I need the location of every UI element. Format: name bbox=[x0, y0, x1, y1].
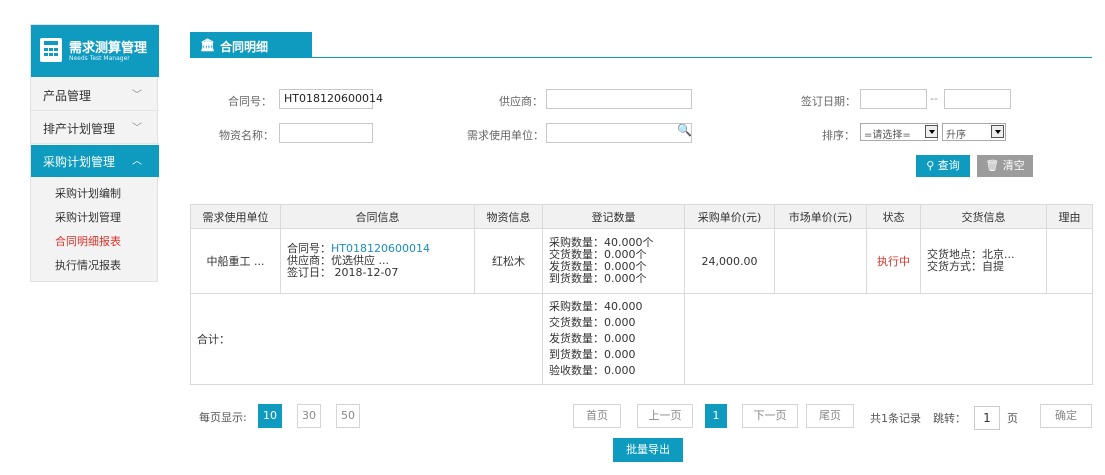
confirm-button[interactable]: 确定 bbox=[1040, 404, 1092, 428]
quantity-cell: 采购数量：40.000个 交货数量：0.000个 发货数量：0.000个 到货数… bbox=[542, 228, 685, 294]
menu-product-management[interactable]: 产品管理 ﹀ bbox=[31, 79, 159, 111]
supplier-label: 供应商： bbox=[499, 95, 543, 108]
tab-label: 合同明细 bbox=[220, 40, 269, 54]
next-page-button[interactable]: 下一页 bbox=[742, 404, 798, 428]
submenu-plan-manage[interactable]: 采购计划管理 bbox=[55, 209, 121, 225]
delivery-cell: 交货地点：北京... 交货方式：自提 bbox=[920, 228, 1047, 294]
clear-label: 清空 bbox=[1002, 159, 1025, 172]
search-icon[interactable]: 🔍 bbox=[677, 123, 692, 137]
column-header: 状态 bbox=[866, 204, 921, 229]
total-records: 共1条记录 bbox=[870, 412, 921, 425]
material-label: 物资名称： bbox=[219, 129, 274, 142]
query-button[interactable]: ⚲ 查询 bbox=[916, 155, 970, 177]
total-row: 合计： 采购数量：40.000 交货数量：0.000 发货数量：0.000 到货… bbox=[190, 293, 1093, 385]
column-header: 登记数量 bbox=[542, 204, 685, 229]
sidebar: 需求测算管理 Needs Test Manager 产品管理 ﹀ 排产计划管理 … bbox=[30, 24, 159, 282]
app-subtitle: Needs Test Manager bbox=[69, 55, 130, 62]
menu-production-plan[interactable]: 排产计划管理 ﹀ bbox=[31, 112, 159, 144]
total-quantity-cell: 采购数量：40.000 交货数量：0.000 发货数量：0.000 到货数量：0… bbox=[542, 293, 685, 385]
bank-icon: 🏛 bbox=[200, 38, 216, 52]
contract-no-input[interactable]: HT018120600014 bbox=[279, 89, 383, 109]
delivery-line: 交货方式：自提 bbox=[927, 260, 1004, 273]
per-page-50[interactable]: 50 bbox=[336, 404, 360, 428]
last-page-button[interactable]: 尾页 bbox=[806, 404, 854, 428]
column-header: 理由 bbox=[1046, 204, 1093, 229]
column-header: 市场单价(元) bbox=[774, 204, 867, 229]
prev-page-button[interactable]: 上一页 bbox=[637, 404, 693, 428]
qty-line: 到货数量：0.000个 bbox=[549, 272, 647, 285]
menu-label: 产品管理 bbox=[43, 89, 92, 103]
chevron-down-icon[interactable] bbox=[991, 125, 1004, 138]
status-badge: 执行中 bbox=[866, 228, 921, 294]
query-label: 查询 bbox=[937, 159, 960, 172]
column-header: 物资信息 bbox=[474, 204, 543, 229]
total-empty-cell bbox=[684, 293, 1093, 385]
qty-line: 验收数量：0.000 bbox=[549, 364, 636, 377]
column-header: 采购单价(元) bbox=[684, 204, 775, 229]
trash-icon: 🗑 bbox=[985, 159, 1000, 172]
date-separator: -- bbox=[930, 92, 938, 105]
table-header-row: 需求使用单位 合同信息 物资信息 登记数量 采购单价(元) 市场单价(元) 状态… bbox=[190, 204, 1093, 229]
contract-info-cell: 合同号：HT018120600014 供应商：优选供应 ... 签订日： 201… bbox=[280, 228, 475, 294]
chevron-down-icon[interactable] bbox=[925, 125, 938, 138]
qty-line: 发货数量：0.000 bbox=[549, 332, 636, 345]
per-page-10[interactable]: 10 bbox=[258, 404, 282, 428]
batch-export-button[interactable]: 批量导出 bbox=[613, 438, 683, 462]
app-logo: 需求测算管理 Needs Test Manager bbox=[31, 25, 159, 77]
reason-cell bbox=[1046, 228, 1093, 294]
page-1-button[interactable]: 1 bbox=[705, 404, 727, 428]
menu-label: 采购计划管理 bbox=[43, 155, 116, 169]
material-cell: 红松木 bbox=[474, 228, 543, 294]
contract-no-label: 合同号： bbox=[228, 95, 272, 108]
supplier-input[interactable] bbox=[546, 89, 692, 109]
column-header: 交货信息 bbox=[920, 204, 1047, 229]
clear-button[interactable]: 🗑 清空 bbox=[977, 155, 1033, 177]
qty-line: 采购数量：40.000 bbox=[549, 300, 643, 313]
market-price-cell bbox=[774, 228, 867, 294]
sign-date-start-input[interactable] bbox=[860, 89, 927, 109]
search-icon: ⚲ bbox=[926, 159, 935, 172]
sign-date-end-input[interactable] bbox=[944, 89, 1011, 109]
unit-label: 需求使用单位： bbox=[467, 129, 544, 142]
first-page-button[interactable]: 首页 bbox=[573, 404, 621, 428]
app-title: 需求测算管理 bbox=[69, 41, 148, 56]
column-header: 需求使用单位 bbox=[190, 204, 281, 229]
jump-label: 跳转： bbox=[933, 412, 966, 425]
sort-label: 排序： bbox=[822, 129, 855, 142]
calculator-icon bbox=[40, 38, 62, 62]
submenu-contract-report[interactable]: 合同明细报表 bbox=[55, 233, 121, 249]
per-page-label: 每页显示: bbox=[199, 411, 247, 424]
unit-input[interactable] bbox=[546, 123, 692, 143]
unit-cell: 中船重工 ... bbox=[190, 228, 281, 294]
qty-line: 到货数量：0.000 bbox=[549, 348, 636, 361]
page-unit: 页 bbox=[1007, 412, 1018, 425]
sign-date-text: 签订日： 2018-12-07 bbox=[287, 266, 399, 279]
material-input[interactable] bbox=[279, 123, 373, 143]
submenu-execution-report[interactable]: 执行情况报表 bbox=[55, 257, 121, 273]
column-header: 合同信息 bbox=[280, 204, 475, 229]
tab-contract-detail[interactable]: 🏛 合同明细 bbox=[190, 32, 312, 58]
table-row: 中船重工 ... 合同号：HT018120600014 供应商：优选供应 ...… bbox=[190, 228, 1093, 294]
tab-bar: 🏛 合同明细 bbox=[190, 32, 1092, 58]
total-label: 合计： bbox=[190, 293, 543, 385]
menu-purchase-plan[interactable]: 采购计划管理 ︿ bbox=[31, 145, 159, 177]
jump-page-input[interactable]: 1 bbox=[974, 406, 1000, 430]
contract-table: 需求使用单位 合同信息 物资信息 登记数量 采购单价(元) 市场单价(元) 状态… bbox=[190, 204, 1093, 385]
submenu-plan-edit[interactable]: 采购计划编制 bbox=[55, 185, 121, 201]
menu-label: 排产计划管理 bbox=[43, 122, 116, 136]
chevron-down-icon: ﹀ bbox=[132, 123, 142, 134]
chevron-down-icon: ﹀ bbox=[132, 90, 142, 101]
purchase-price-cell: 24,000.00 bbox=[684, 228, 775, 294]
chevron-up-icon: ︿ bbox=[132, 156, 142, 167]
per-page-30[interactable]: 30 bbox=[297, 404, 321, 428]
qty-line: 交货数量：0.000 bbox=[549, 316, 636, 329]
sign-date-label: 签订日期： bbox=[801, 95, 856, 108]
